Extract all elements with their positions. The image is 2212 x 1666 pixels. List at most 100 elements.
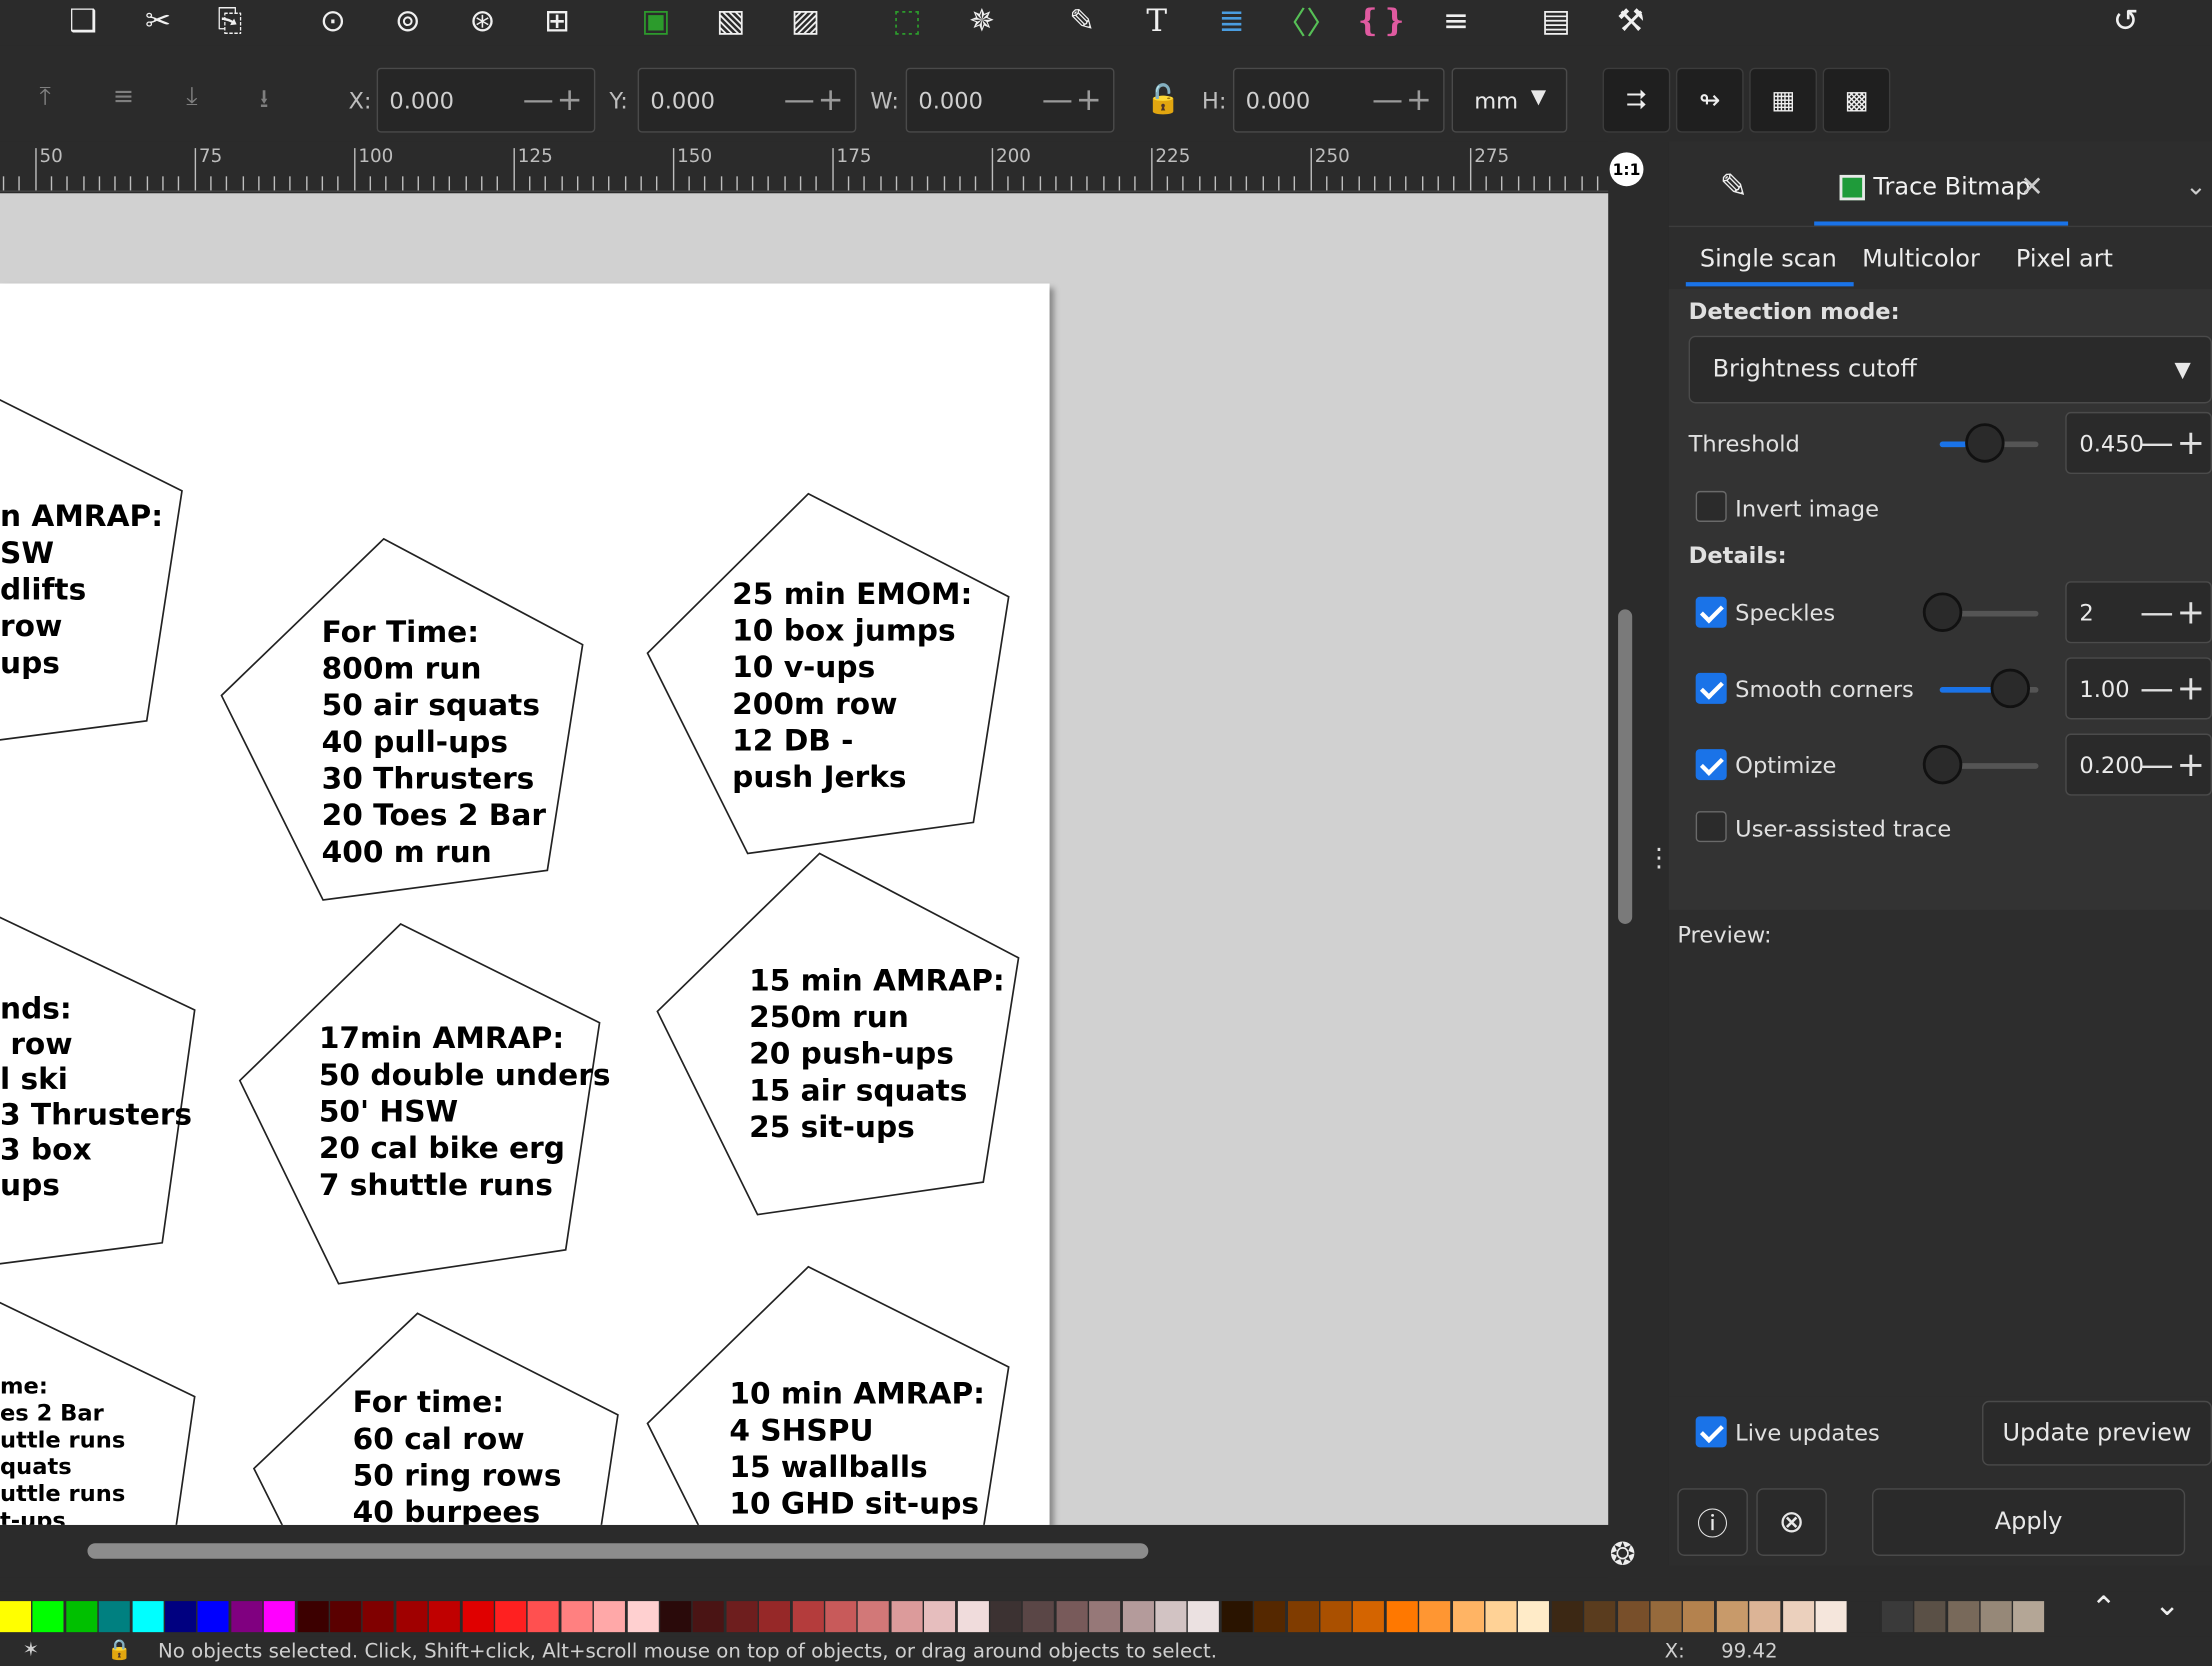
cut-icon[interactable]: ✂ [134, 0, 182, 42]
lock-icon[interactable]: ▧ [707, 0, 755, 42]
zoom-drawing-icon[interactable]: ⊚ [384, 0, 432, 42]
speckles-knob[interactable] [1922, 592, 1963, 632]
bbox-snap-icon[interactable]: ✵ [958, 0, 1006, 42]
palette-swatch[interactable] [1683, 1601, 1715, 1633]
xml-editor-icon[interactable]: 〈〉 [1275, 0, 1337, 42]
palette-swatch[interactable] [1056, 1601, 1088, 1633]
h-stepper-icon[interactable]: —+ [1372, 83, 1435, 118]
palette-swatch[interactable] [1320, 1601, 1352, 1633]
palette-swatch[interactable] [594, 1601, 626, 1633]
card-6-text[interactable]: 15 min AMRAP: 250m run 20 push-ups 15 ai… [749, 962, 1005, 1145]
chevron-down-icon[interactable]: ⌄ [2185, 172, 2206, 202]
palette-swatch[interactable] [1980, 1601, 2012, 1633]
x-stepper-icon[interactable]: —+ [523, 83, 586, 118]
palette-swatch[interactable] [1584, 1601, 1616, 1633]
palette-swatch[interactable] [32, 1601, 65, 1633]
w-stepper-icon[interactable]: —+ [1042, 83, 1105, 118]
card-1-text[interactable]: n AMRAP: SW dlifts row ups [0, 498, 163, 681]
color-manage-icon[interactable]: ❂ [1610, 1538, 1636, 1573]
palette-swatch[interactable] [1155, 1601, 1187, 1633]
palette-swatch[interactable] [924, 1601, 956, 1633]
scale-stroke-button[interactable]: ⮆ [1602, 67, 1671, 133]
node-snap-icon[interactable]: ⬚ [883, 0, 931, 42]
preferences-icon[interactable]: ⚒ [1607, 0, 1655, 42]
optimize-spin[interactable]: 0.200 —+ [2065, 733, 2212, 796]
speckles-spin[interactable]: 2 —+ [2065, 581, 2212, 644]
palette-swatch[interactable] [1914, 1601, 1946, 1633]
paste-icon[interactable]: ⎘ [206, 0, 254, 42]
detection-mode-select[interactable]: Brightness cutoff ▼ [1688, 335, 2212, 404]
lock-layer-icon[interactable]: 🔒 [107, 1639, 132, 1662]
canvas[interactable]: n AMRAP: SW dlifts row ups For Time: 800… [0, 193, 1609, 1525]
palette-swatch[interactable] [1452, 1601, 1484, 1633]
optimize-knob[interactable] [1922, 744, 1963, 785]
card-3-text[interactable]: 25 min EMOM: 10 box jumps 10 v-ups 200m … [732, 576, 972, 796]
palette-swatch[interactable] [1122, 1601, 1154, 1633]
group-icon[interactable]: ▨ [782, 0, 830, 42]
layer-icon[interactable]: ✶ [23, 1639, 40, 1662]
smooth-corners-spin[interactable]: 1.00 —+ [2065, 657, 2212, 720]
palette-swatch[interactable] [1815, 1601, 1847, 1633]
align-baseline-icon[interactable]: ⭳ [260, 82, 294, 116]
palette-swatch[interactable] [858, 1601, 890, 1633]
w-field[interactable]: 0.000 —+ [905, 67, 1115, 133]
palette-swatch[interactable] [1848, 1601, 1880, 1633]
card-5-text[interactable]: 17min AMRAP: 50 double unders 50' HSW 20… [319, 1020, 611, 1203]
palette-swatch[interactable] [495, 1601, 527, 1633]
apply-button[interactable]: Apply [1872, 1488, 2186, 1556]
tab-multicolor[interactable]: Multicolor [1862, 245, 1980, 273]
card-9-text[interactable]: 10 min AMRAP: 4 SHSPU 15 wallballs 10 GH… [729, 1375, 985, 1522]
smooth-corners-stepper-icon[interactable]: —+ [2140, 669, 2208, 708]
x-field[interactable]: 0.000 —+ [376, 67, 596, 133]
palette-swatch[interactable] [1650, 1601, 1682, 1633]
threshold-knob[interactable] [1964, 423, 2004, 463]
card-2-text[interactable]: For Time: 800m run 50 air squats 40 pull… [322, 614, 546, 871]
card-8-text[interactable]: For time: 60 cal row 50 ring rows 40 bur… [353, 1384, 562, 1525]
abort-button[interactable]: ⊗ [1756, 1488, 1827, 1556]
smooth-corners-knob[interactable] [1990, 668, 2031, 709]
zoom-correction-icon[interactable]: 1:1 [1609, 152, 1644, 187]
vertical-scrollbar[interactable] [1618, 609, 1633, 924]
tab-pixel-art[interactable]: Pixel art [2016, 245, 2113, 273]
layers-icon[interactable]: ≣ [1208, 0, 1256, 42]
live-updates-checkbox[interactable] [1695, 1416, 1727, 1448]
palette-swatch[interactable] [297, 1601, 329, 1633]
palette-swatch[interactable] [1221, 1601, 1253, 1633]
align-icon[interactable]: ≡ [1432, 0, 1480, 42]
smooth-corners-checkbox[interactable] [1695, 672, 1727, 704]
smooth-corners-slider[interactable] [1939, 668, 2039, 709]
move-patterns-button[interactable]: ▩ [1822, 67, 1891, 133]
palette-swatch[interactable] [1617, 1601, 1649, 1633]
palette-swatch[interactable] [1089, 1601, 1121, 1633]
speckles-checkbox[interactable] [1695, 596, 1727, 628]
palette-scroll-up-icon[interactable]: ⌃ [2091, 1591, 2117, 1626]
palette-swatch[interactable] [198, 1601, 230, 1633]
palette-swatch[interactable] [990, 1601, 1022, 1633]
align-middle-icon[interactable]: ≡ [113, 82, 147, 116]
palette-swatch[interactable] [1485, 1601, 1517, 1633]
palette-swatch[interactable] [1353, 1601, 1385, 1633]
palette-swatch[interactable] [726, 1601, 758, 1633]
zoom-page-icon[interactable]: ⊛ [458, 0, 506, 42]
palette-swatch[interactable] [891, 1601, 923, 1633]
fill-stroke-tab-icon[interactable]: ✎ [1720, 166, 1748, 205]
palette-swatch[interactable] [1254, 1601, 1286, 1633]
palette-swatch[interactable] [99, 1601, 131, 1633]
undo-icon[interactable]: ↺ [2102, 0, 2150, 42]
palette-swatch[interactable] [1551, 1601, 1583, 1633]
raise-icon[interactable]: ▣ [632, 0, 680, 42]
optimize-checkbox[interactable] [1695, 749, 1727, 781]
y-field[interactable]: 0.000 —+ [637, 67, 857, 133]
horizontal-scrollbar[interactable] [87, 1543, 1149, 1559]
palette-swatch[interactable] [231, 1601, 263, 1633]
palette-swatch[interactable] [561, 1601, 593, 1633]
palette-swatch[interactable] [1716, 1601, 1748, 1633]
document-properties-icon[interactable]: ▤ [1532, 0, 1580, 42]
palette-swatch[interactable] [1881, 1601, 1913, 1633]
zoom-selection-icon[interactable]: ⊙ [309, 0, 357, 42]
palette-swatch[interactable] [1386, 1601, 1418, 1633]
palette-swatch[interactable] [396, 1601, 428, 1633]
optimize-stepper-icon[interactable]: —+ [2140, 745, 2208, 784]
threshold-stepper-icon[interactable]: —+ [2140, 423, 2208, 462]
card-4-text[interactable]: nds: row l ski 3 Thrusters 3 box ups [0, 992, 192, 1204]
